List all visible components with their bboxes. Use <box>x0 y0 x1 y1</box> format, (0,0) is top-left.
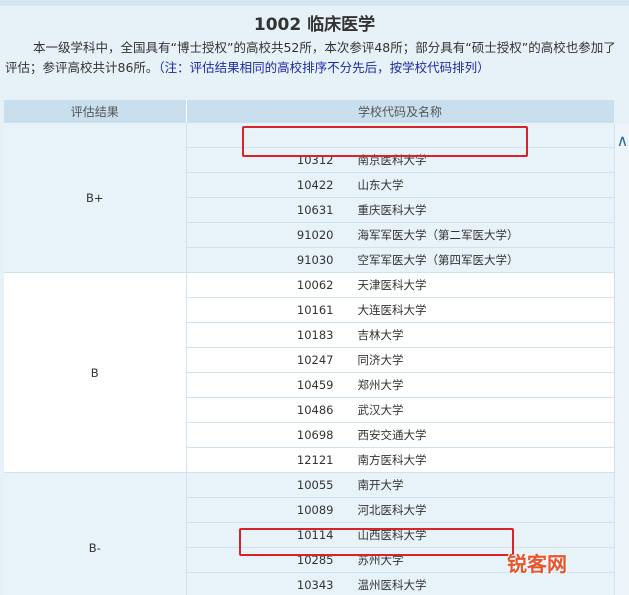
school-name: 空军军医大学（第四军医大学） <box>357 253 519 267</box>
table-row: B- 10055 南开大学 <box>4 472 614 595</box>
school-cell: 10062 天津医科大学 <box>186 272 614 298</box>
school-cell: 91020 海军军医大学（第二军医大学） <box>186 222 614 248</box>
school-code: 10089 <box>296 503 334 517</box>
page-title: 1002 临床医学 <box>253 15 376 35</box>
table-body: B+ 10312 南京医科大学 10422 山东大学 10631 重庆医科大学 91020 海军… <box>4 123 614 595</box>
school-code: 10247 <box>296 353 334 367</box>
grade-cell: B- <box>4 472 187 595</box>
school-code: 91030 <box>296 253 334 267</box>
school-cell: 10486 武汉大学 <box>186 397 614 423</box>
school-cell: 10055 南开大学 <box>186 472 614 498</box>
school-cell: 10183 吉林大学 <box>186 322 614 348</box>
table-header-row: 评估结果 学校代码及名称 <box>4 100 614 123</box>
school-code: 10343 <box>296 578 334 592</box>
school-code: 10459 <box>296 378 334 392</box>
school-code: 10161 <box>296 303 334 317</box>
school-name: 武汉大学 <box>357 403 404 417</box>
school-cell: 10698 西安交通大学 <box>186 422 614 448</box>
column-header-school: 学校代码及名称 <box>186 100 614 123</box>
school-name: 河北医科大学 <box>357 503 427 517</box>
school-cell: 10161 大连医科大学 <box>186 297 614 323</box>
school-cell: 10089 河北医科大学 <box>186 497 614 523</box>
school-cell: 10631 重庆医科大学 <box>186 197 614 223</box>
school-code: 91020 <box>296 228 334 242</box>
school-name: 海军军医大学（第二军医大学） <box>357 228 519 242</box>
school-cell: 10247 同济大学 <box>186 347 614 373</box>
school-cell: 10459 郑州大学 <box>186 372 614 398</box>
school-name: 山东大学 <box>357 178 404 192</box>
school-code: 10055 <box>296 478 334 492</box>
school-name: 重庆医科大学 <box>357 203 427 217</box>
school-name: 吉林大学 <box>357 328 404 342</box>
school-code: 10486 <box>296 403 334 417</box>
school-code: 10631 <box>296 203 334 217</box>
school-name: 同济大学 <box>357 353 404 367</box>
school-cell: 10422 山东大学 <box>186 172 614 198</box>
school-code: 12121 <box>296 453 334 467</box>
school-cell: 12121 南方医科大学 <box>186 447 614 473</box>
school-name: 郑州大学 <box>357 378 404 392</box>
school-code: 10698 <box>296 428 334 442</box>
table-row: B 10062 天津医科大学 <box>4 272 614 473</box>
grade-cell: B+ <box>4 123 187 273</box>
school-name: 南开大学 <box>357 478 404 492</box>
school-code: 10062 <box>296 278 334 292</box>
intro-note: （注：评估结果相同的高校排序不分先后，按学校代码排列） <box>158 60 490 75</box>
watermark-logo: 锐客网 <box>507 552 567 576</box>
school-name: 温州医科大学 <box>357 578 427 592</box>
chevron-up-icon[interactable]: ∧ <box>615 133 629 149</box>
results-table-container: 评估结果 学校代码及名称 B+ 10312 南京医科大学 10422 山东大学 10631… <box>4 100 614 595</box>
school-name: 大连医科大学 <box>357 303 427 317</box>
school-code: 10183 <box>296 328 334 342</box>
grade-cell: B <box>4 272 187 473</box>
school-name: 天津医科大学 <box>357 278 427 292</box>
top-strip <box>0 0 629 6</box>
column-header-result: 评估结果 <box>4 100 187 123</box>
intro-paragraph: 本一级学科中，全国具有“博士授权”的高校共52所，本次参评48所；部分具有“硕士… <box>5 38 623 78</box>
school-cell: 91030 空军军医大学（第四军医大学） <box>186 247 614 273</box>
highlight-box-suzhou <box>239 528 514 556</box>
school-code: 10422 <box>296 178 334 192</box>
scrollbar[interactable]: ∧ <box>614 124 629 595</box>
school-name: 西安交通大学 <box>357 428 427 442</box>
results-table: 评估结果 学校代码及名称 B+ 10312 南京医科大学 10422 山东大学 10631… <box>4 100 614 595</box>
highlight-box-nanjing <box>242 126 528 157</box>
school-name: 南方医科大学 <box>357 453 427 467</box>
